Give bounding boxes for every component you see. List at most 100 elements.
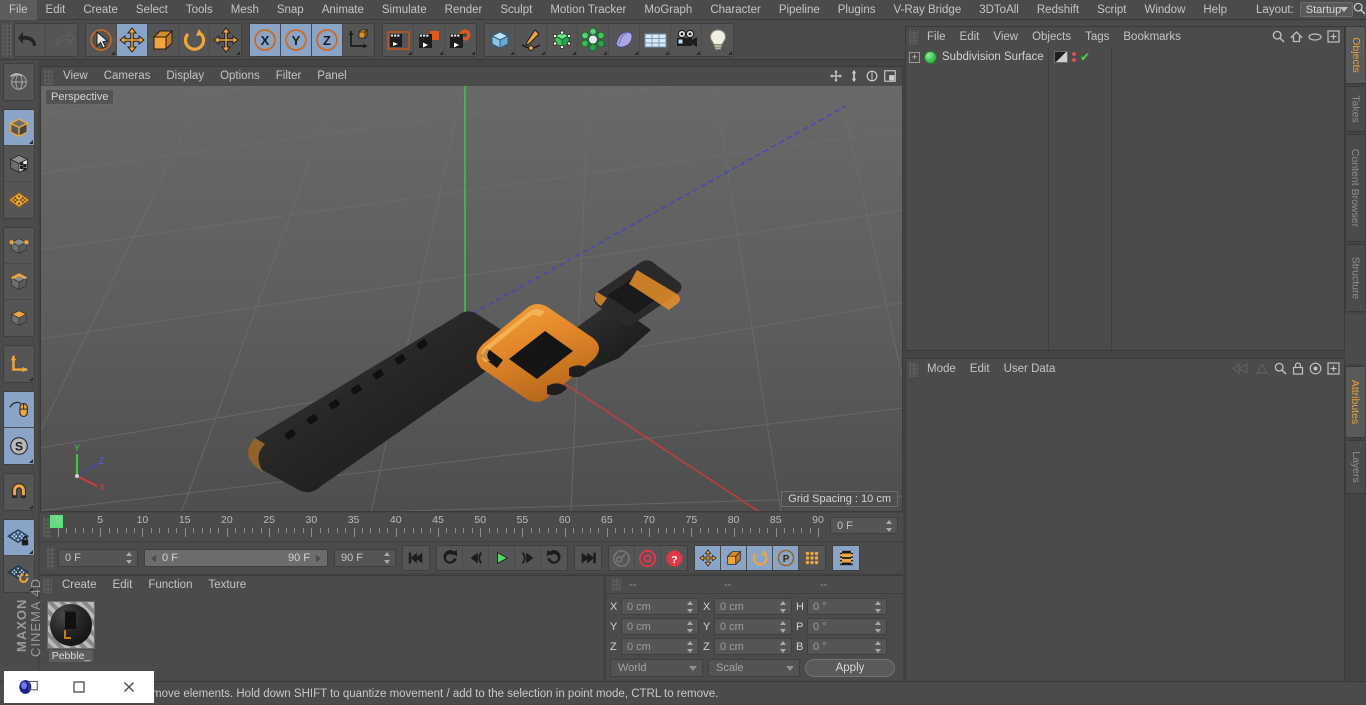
menu-edit[interactable]: Edit [37,0,75,20]
menu-redshift[interactable]: Redshift [1028,0,1088,20]
autokeying-button[interactable] [609,546,635,570]
spinner-icon[interactable] [687,601,695,613]
coord-input-rot-b[interactable]: 0 ° [807,638,887,655]
material-grip[interactable] [43,578,52,593]
spinner-icon[interactable] [780,601,788,613]
coord-input-pos-z[interactable]: 0 cm [621,638,699,655]
om-menu-bookmarks[interactable]: Bookmarks [1116,27,1188,48]
coord-input-size-x[interactable]: 0 cm [714,598,792,615]
menu-vray-bridge[interactable]: V-Ray Bridge [884,0,970,20]
live-selection-button[interactable] [86,23,117,56]
menu-mograph[interactable]: MoGraph [635,0,701,20]
key-scale-button[interactable] [721,546,747,570]
material-menu-function[interactable]: Function [140,576,200,595]
key-position-button[interactable] [695,546,721,570]
om-menu-objects[interactable]: Objects [1025,27,1078,48]
om-menu-view[interactable]: View [986,27,1025,48]
next-icon[interactable] [1255,362,1269,378]
menu-render[interactable]: Render [436,0,492,20]
menu-pipeline[interactable]: Pipeline [770,0,829,20]
material-menu-texture[interactable]: Texture [200,576,254,595]
add-spline-button[interactable] [516,23,547,56]
menu-script[interactable]: Script [1088,0,1135,20]
check-icon[interactable]: ✔ [1080,51,1090,63]
polygons-mode-button[interactable] [4,300,34,336]
menu-create[interactable]: Create [74,0,127,20]
move-tool-button[interactable] [117,23,148,56]
keyframe-selection-button[interactable]: ? [661,546,687,570]
spinner-icon[interactable] [875,641,883,653]
coord-input-rot-p[interactable]: 0 ° [807,618,887,635]
tab-objects[interactable]: Objects [1345,26,1366,84]
menu-select[interactable]: Select [127,0,177,20]
om-menu-edit[interactable]: Edit [953,27,987,48]
menu-file[interactable]: File [0,0,37,20]
viewport-menu-options[interactable]: Options [212,67,268,86]
spinner-icon[interactable] [687,621,695,633]
scale-tool-button[interactable] [148,23,179,56]
attr-menu-user-data[interactable]: User Data [997,359,1063,380]
object-row-subdivision-surface[interactable]: + Subdivision Surface [906,48,1048,66]
workplane-button[interactable] [4,182,34,218]
menu-snap[interactable]: Snap [268,0,313,20]
record-button[interactable] [635,546,661,570]
key-parameter-button[interactable] [799,546,825,570]
layout-dropdown[interactable]: Startup [1299,2,1353,17]
expand-icon[interactable]: + [909,51,920,63]
search-icon[interactable] [1353,2,1366,18]
coordinates-grip[interactable] [612,578,621,591]
material-menu-create[interactable]: Create [54,576,105,595]
tab-content-browser[interactable]: Content Browser [1345,134,1366,242]
coordinate-mode-dropdown[interactable]: Scale [708,659,800,677]
material-tag-icon[interactable] [1054,51,1068,63]
axis-y-button[interactable]: Y [281,23,312,56]
key-pla-button[interactable]: P [773,546,799,570]
coord-input-size-y[interactable]: 0 cm [714,618,792,635]
menu-animate[interactable]: Animate [313,0,373,20]
tab-layers[interactable]: Layers [1345,440,1366,494]
viewport-menu-cameras[interactable]: Cameras [96,67,159,86]
menu-character[interactable]: Character [701,0,770,20]
home-icon[interactable] [1289,30,1304,46]
add-icon[interactable] [1327,362,1340,378]
undo-view-button[interactable] [4,64,34,100]
maximize-icon[interactable] [883,69,897,86]
viewport-solo-button[interactable] [4,392,34,428]
soft-selection-button[interactable]: S [4,428,34,464]
texture-mode-button[interactable] [4,146,34,182]
add-scene-object-button[interactable] [609,23,640,56]
go-to-end-button[interactable] [575,546,601,570]
close-button[interactable] [104,671,154,703]
go-to-start-button[interactable] [403,546,429,570]
spinner-icon[interactable] [780,621,788,633]
coordinate-system-dropdown[interactable]: World [610,659,703,677]
perspective-viewport[interactable]: View Cameras Display Options Filter Pane… [40,66,903,512]
menu-tools[interactable]: Tools [177,0,222,20]
undo-button[interactable] [15,23,46,56]
current-frame-field[interactable]: 0 F [58,549,138,567]
coord-input-pos-x[interactable]: 0 cm [621,598,699,615]
redo-button[interactable] [46,24,77,56]
spinner-icon[interactable] [384,552,392,564]
om-menu-file[interactable]: File [920,27,953,48]
viewport-grip[interactable] [44,68,53,85]
play-button[interactable] [489,546,515,570]
attr-menu-mode[interactable]: Mode [920,359,963,380]
next-key-button[interactable] [541,546,567,570]
visibility-dots-icon[interactable] [1072,52,1076,62]
material-item[interactable]: Pebble_ [45,601,97,662]
add-environment-button[interactable] [640,23,671,56]
playbar-grip[interactable] [47,547,55,569]
om-menu-tags[interactable]: Tags [1078,27,1116,48]
points-mode-button[interactable] [4,228,34,264]
maximize-button[interactable] [54,671,104,703]
spinner-icon[interactable] [875,601,883,613]
material-menu-edit[interactable]: Edit [105,576,141,595]
menu-sculpt[interactable]: Sculpt [491,0,541,20]
attr-menu-edit[interactable]: Edit [963,359,997,380]
add-generator-button[interactable] [547,23,578,56]
viewport-menu-view[interactable]: View [55,67,96,86]
toolbar-grip[interactable] [2,22,12,57]
menu-3dtoall[interactable]: 3DToAll [970,0,1028,20]
move-tool-dup-button[interactable] [210,24,241,56]
